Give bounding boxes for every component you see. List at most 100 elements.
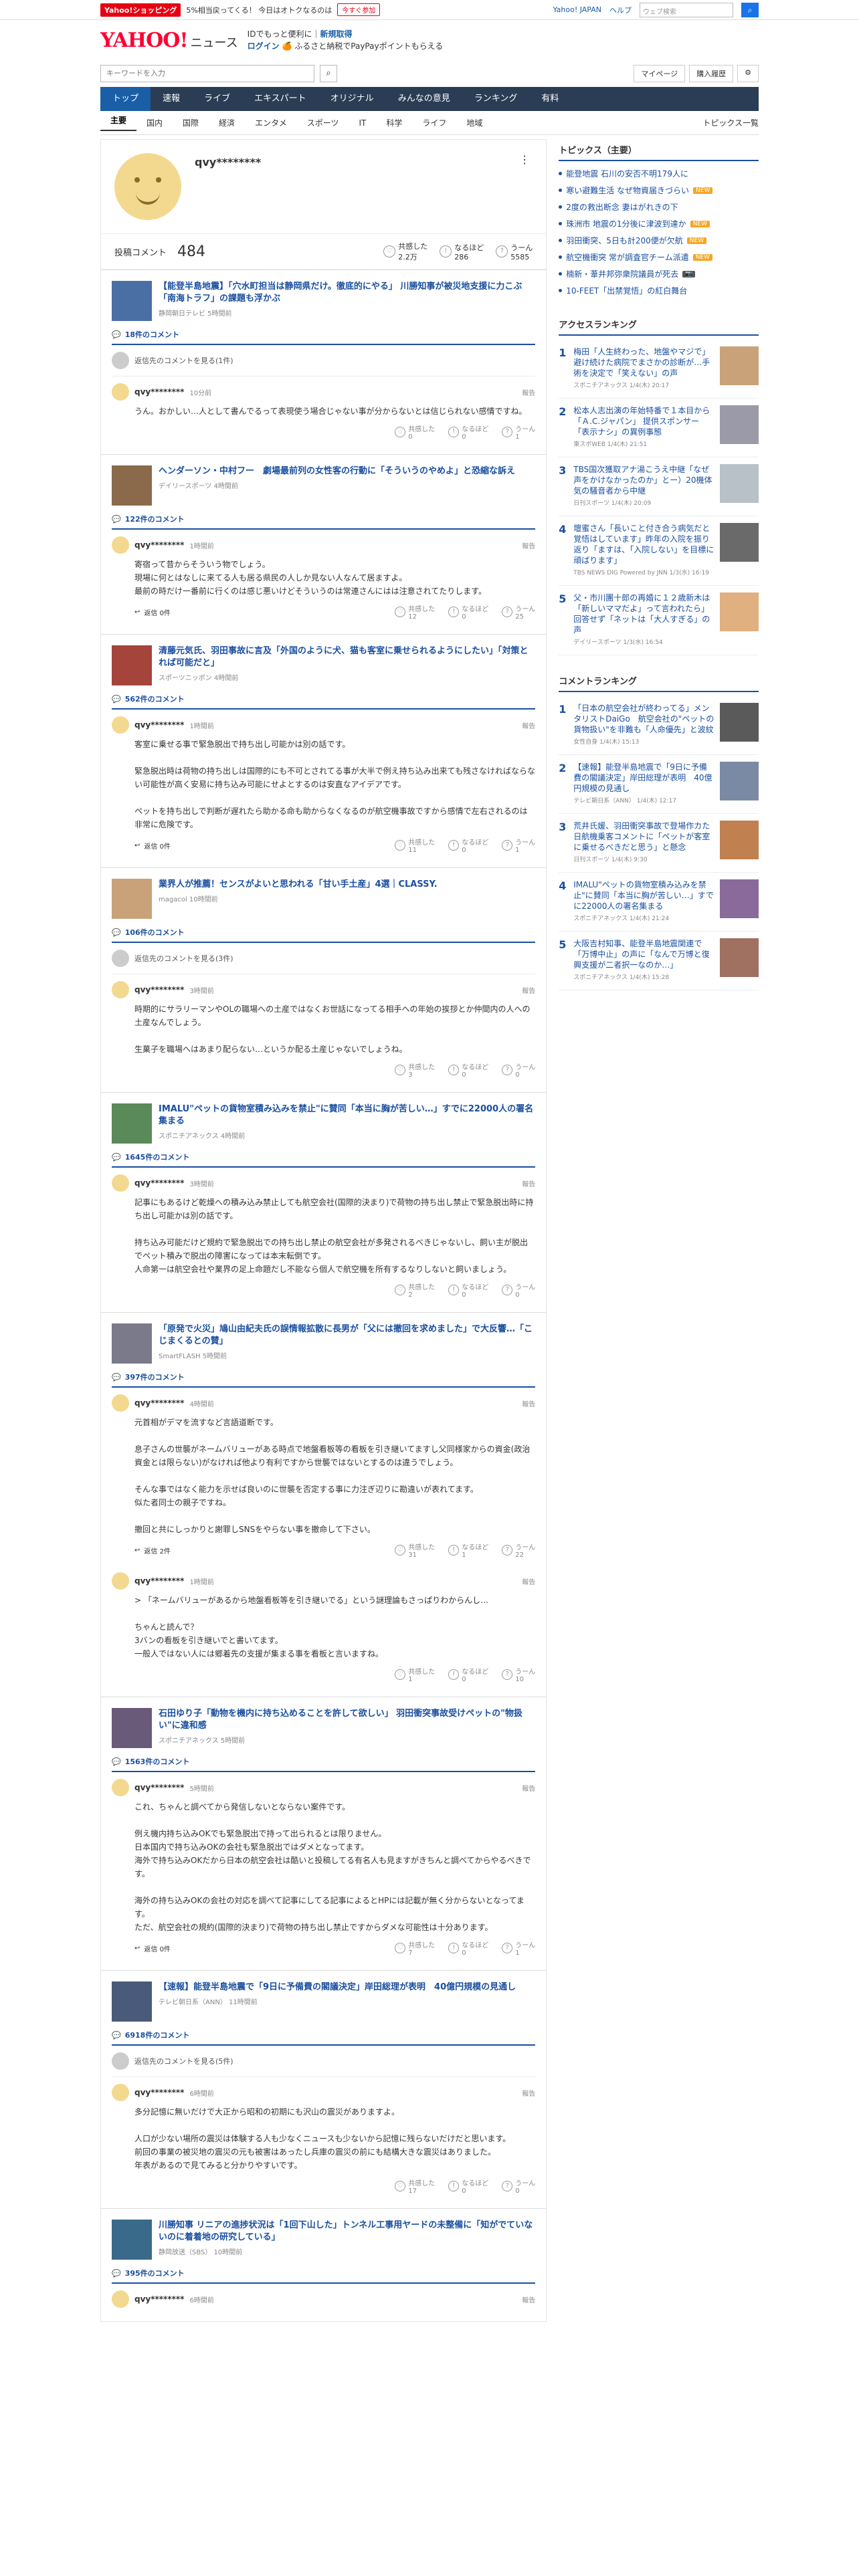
comment-username[interactable]: qvy******** bbox=[134, 2294, 184, 2304]
article-header[interactable]: IMALU"ペットの貨物室積み込みを禁止"に賛同「本当に胸が苦しい…」すでに22… bbox=[112, 1103, 535, 1144]
article-thumbnail[interactable] bbox=[112, 879, 152, 919]
doubt-button[interactable]: ? うーん 10 bbox=[502, 1666, 535, 1683]
ranking-thumbnail[interactable] bbox=[720, 879, 759, 918]
nav-paid[interactable]: 有料 bbox=[529, 87, 571, 111]
ranking-thumbnail[interactable] bbox=[720, 593, 759, 631]
topic-title[interactable]: 10-FEET「出禁覚悟」の紅白舞台 bbox=[566, 285, 687, 296]
cat-economy[interactable]: 経済 bbox=[209, 117, 245, 128]
comment-count-link[interactable]: 💬 6918件のコメント bbox=[112, 2030, 536, 2046]
topic-item[interactable]: 楠新・葦井邦弥衆院議員が死去 📷 bbox=[559, 265, 759, 282]
reply-button[interactable]: ↩ 返信 0件 bbox=[134, 607, 171, 617]
join-now-button[interactable]: 今すぐ参加 bbox=[337, 3, 381, 16]
cat-world[interactable]: 国際 bbox=[173, 117, 209, 128]
cat-local[interactable]: 地域 bbox=[456, 117, 492, 128]
comment-count-link[interactable]: 💬 1645件のコメント bbox=[112, 1152, 536, 1168]
insight-button[interactable]: ! なるほど 1 bbox=[448, 1541, 488, 1559]
agree-button[interactable]: ♡ 共感した 11 bbox=[395, 837, 435, 854]
doubt-button[interactable]: ? うーん 0 bbox=[502, 1061, 535, 1079]
cat-domestic[interactable]: 国内 bbox=[136, 117, 173, 128]
article-thumbnail[interactable] bbox=[112, 1981, 152, 2022]
report-link[interactable]: 報告 bbox=[522, 1398, 535, 1408]
comment-username[interactable]: qvy******** bbox=[134, 1783, 184, 1792]
topic-title[interactable]: 羽田衝突、5日も計200便が欠航 bbox=[566, 235, 683, 246]
article-thumbnail[interactable] bbox=[112, 645, 152, 685]
mypage-button[interactable]: マイページ bbox=[634, 65, 686, 82]
view-parent-comment-link[interactable]: 返信先のコメントを見る(3件) bbox=[112, 943, 536, 974]
topic-item[interactable]: 能登地震 石川の安否不明179人に bbox=[559, 165, 759, 182]
ranking-title[interactable]: 「日本の航空会社が終わってる」メンタリストDaiGo 航空会社の"ペットの貨物扱… bbox=[573, 703, 714, 735]
topic-item[interactable]: 珠洲市 地震の1分後に津波到達か NEW bbox=[559, 215, 759, 232]
ranking-title[interactable]: 父・市川團十郎の再婚に１２歳新木は「新しいママだよ」って言われたら」回答せず「ネ… bbox=[573, 593, 714, 635]
doubt-button[interactable]: ? うーん 25 bbox=[502, 603, 535, 621]
reply-button[interactable]: ↩ 返信 0件 bbox=[134, 841, 171, 851]
view-parent-comment-link[interactable]: 返信先のコメントを見る(5件) bbox=[112, 2046, 536, 2077]
ranking-thumbnail[interactable] bbox=[720, 703, 759, 742]
nav-ranking[interactable]: ランキング bbox=[462, 87, 530, 111]
ranking-title[interactable]: 松本人志出演の年始特番で１本目から「Ａ.C.ジャパン」 提供スポンサー「表示ナシ… bbox=[573, 405, 714, 437]
ranking-thumbnail[interactable] bbox=[720, 762, 759, 800]
ranking-item[interactable]: 5 父・市川團十郎の再婚に１２歳新木は「新しいママだよ」って言われたら」回答せず「… bbox=[559, 586, 759, 655]
article-title[interactable]: 石田ゆり子「動物を機内に持ち込めることを許して欲しい」 羽田衝突事故受けペットの… bbox=[159, 1708, 535, 1732]
nav-opinion[interactable]: みんなの意見 bbox=[386, 87, 462, 111]
comment-count-link[interactable]: 💬 106件のコメント bbox=[112, 927, 536, 943]
comment-username[interactable]: qvy******** bbox=[134, 720, 184, 730]
nav-breaking[interactable]: 速報 bbox=[151, 87, 192, 111]
article-thumbnail[interactable] bbox=[112, 2220, 152, 2260]
help-link[interactable]: ヘルプ bbox=[609, 5, 632, 15]
keyword-search-input[interactable] bbox=[100, 65, 314, 82]
article-header[interactable]: 業界人が推薦！センスがよいと思われる「甘い手土産」4選｜CLASSY. magac… bbox=[112, 879, 535, 919]
article-header[interactable]: 「原発で火災」鳩山由紀夫氏の誤情報拡散に長男が「父には撤回を求めました」で大反響… bbox=[112, 1323, 535, 1364]
comment-count-link[interactable]: 💬 122件のコメント bbox=[112, 514, 536, 530]
article-header[interactable]: 石田ゆり子「動物を機内に持ち込めることを許して欲しい」 羽田衝突事故受けペットの… bbox=[112, 1708, 535, 1748]
article-title[interactable]: IMALU"ペットの貨物室積み込みを禁止"に賛同「本当に胸が苦しい…」すでに22… bbox=[159, 1103, 535, 1128]
ranking-item[interactable]: 1 梅田「人生終わった、地盤やマジで」避け続けた病院でまさかの診断が…手術を決定で… bbox=[559, 340, 759, 399]
agree-button[interactable]: ♡ 共感した 1 bbox=[395, 1666, 435, 1683]
reply-button[interactable]: ↩ 返信 0件 bbox=[134, 1943, 171, 1953]
article-title[interactable]: 業界人が推薦！センスがよいと思われる「甘い手土産」4選｜CLASSY. bbox=[159, 879, 438, 891]
ranking-item[interactable]: 4 IMALU"ペットの貨物室積み込みを禁止"に賛同「本当に胸が苦しい…」すでに2… bbox=[559, 873, 759, 932]
cat-life[interactable]: ライフ bbox=[412, 117, 456, 128]
shopping-badge[interactable]: Yahoo!ショッピング bbox=[100, 3, 181, 17]
web-search-input[interactable]: ウェブ検索 bbox=[640, 2, 733, 17]
ranking-thumbnail[interactable] bbox=[720, 938, 759, 977]
agree-button[interactable]: ♡ 共感した 31 bbox=[395, 1541, 435, 1559]
agree-button[interactable]: ♡ 共感した 7 bbox=[395, 1939, 435, 1957]
comment-count-link[interactable]: 💬 395件のコメント bbox=[112, 2268, 536, 2284]
article-title[interactable]: ヘンダーソン・中村フー 劇場最前列の女性客の行動に「そういうのやめよ」と恐縮な訴… bbox=[159, 465, 515, 477]
login-link[interactable]: ログイン bbox=[248, 41, 280, 51]
comment-count-link[interactable]: 💬 562件のコメント bbox=[112, 693, 536, 710]
view-parent-comment-link[interactable]: 返信先のコメントを見る(1件) bbox=[112, 345, 536, 377]
report-link[interactable]: 報告 bbox=[522, 720, 535, 730]
report-link[interactable]: 報告 bbox=[522, 387, 535, 397]
article-thumbnail[interactable] bbox=[112, 281, 152, 321]
doubt-button[interactable]: ? うーん 0 bbox=[502, 2177, 535, 2195]
ranking-item[interactable]: 2 【速報】能登半島地震で「9日に予備費の閣議決定」岸田総理が表明 40億円規模の… bbox=[559, 755, 759, 814]
doubt-button[interactable]: ? うーん 22 bbox=[502, 1541, 535, 1559]
comment-username[interactable]: qvy******** bbox=[134, 1576, 184, 1586]
insight-button[interactable]: ! なるほど 0 bbox=[448, 423, 488, 441]
comment-username[interactable]: qvy******** bbox=[134, 1398, 184, 1408]
ranking-item[interactable]: 3 TBS国次獲取アナ湯こうえ中継「なぜ声をかけなかったのか」とー）20機体気の騒… bbox=[559, 457, 759, 516]
report-link[interactable]: 報告 bbox=[522, 1783, 535, 1793]
yahoo-japan-link[interactable]: Yahoo! JAPAN bbox=[553, 5, 601, 14]
nav-top[interactable]: トップ bbox=[100, 87, 151, 111]
topic-title[interactable]: 航空機衝突 常が調査官チーム派遣 bbox=[566, 251, 688, 263]
report-link[interactable]: 報告 bbox=[522, 2088, 535, 2098]
nav-expert[interactable]: エキスパート bbox=[242, 87, 318, 111]
ranking-item[interactable]: 3 荒井氏媛、羽田衝突事故で登場作カた日航機乗客コメントに「ペットが客室に乗せるべ… bbox=[559, 814, 759, 873]
comment-username[interactable]: qvy******** bbox=[134, 2088, 184, 2097]
ranking-item[interactable]: 5 大阪吉村知事、能登半島地震関連で「万博中止」の声に「なんで万博と復興支援が二者… bbox=[559, 932, 759, 990]
insight-button[interactable]: ! なるほど 0 bbox=[448, 1666, 488, 1683]
comment-username[interactable]: qvy******** bbox=[134, 540, 184, 550]
insight-button[interactable]: ! なるほど 0 bbox=[448, 603, 488, 621]
ranking-title[interactable]: IMALU"ペットの貨物室積み込みを禁止"に賛同「本当に胸が苦しい…」すでに22… bbox=[573, 879, 714, 911]
comment-count-link[interactable]: 💬 18件のコメント bbox=[112, 329, 536, 345]
topic-title[interactable]: 2度の救出断念 妻はがれきの下 bbox=[566, 201, 678, 213]
topic-item[interactable]: 10-FEET「出禁覚悟」の紅白舞台 bbox=[559, 282, 759, 299]
reply-button[interactable]: ↩ 返信 2件 bbox=[134, 1545, 171, 1555]
ranking-thumbnail[interactable] bbox=[720, 821, 759, 859]
ranking-item[interactable]: 4 壇蜜さん「長いこと付き合う病気だと覚悟はしています」昨年の入院を振り返り「ます… bbox=[559, 516, 759, 586]
article-title[interactable]: 川勝知事 リニアの進捗状況は「1回下山した」トンネル工事用ヤードの未整備に「知が… bbox=[159, 2220, 535, 2244]
article-header[interactable]: 清藤元気氏、羽田事故に言及「外国のように犬、猫も客室に乗せられるようにしたい」「… bbox=[112, 645, 535, 685]
article-thumbnail[interactable] bbox=[112, 1708, 152, 1748]
